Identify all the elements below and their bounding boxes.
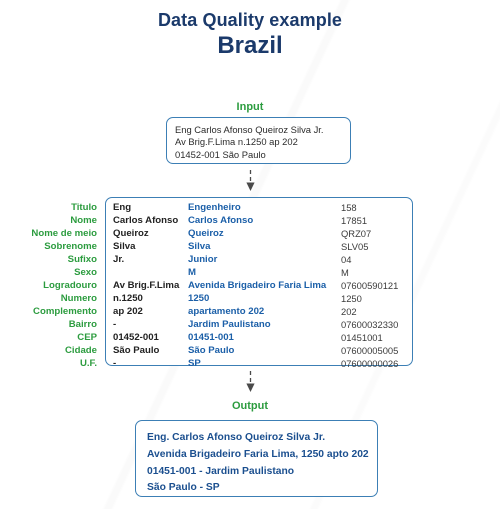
page-title-block: Data Quality example Brazil bbox=[0, 9, 500, 59]
arrow-input-to-table bbox=[0, 170, 500, 197]
row-label: CEP bbox=[77, 332, 97, 343]
row-label: Complemento bbox=[33, 306, 97, 317]
row-clean-value: São Paulo bbox=[188, 345, 235, 356]
row-clean-value: Queiroz bbox=[188, 228, 224, 239]
input-line: Eng Carlos Afonso Queiroz Silva Jr. bbox=[175, 124, 324, 135]
row-raw-value: - bbox=[113, 358, 117, 369]
row-clean-value: Avenida Brigadeiro Faria Lima bbox=[188, 280, 327, 291]
table-row: Complemento ap 202 apartamento 202 202 bbox=[0, 305, 500, 318]
row-label: Sobrenome bbox=[44, 241, 97, 252]
output-line: Avenida Brigadeiro Faria Lima, 1250 apto… bbox=[147, 448, 369, 460]
row-code-value: 04 bbox=[341, 254, 352, 265]
row-code-value: 202 bbox=[341, 306, 357, 317]
input-line: 01452-001 São Paulo bbox=[175, 148, 266, 160]
row-code-value: 07600005005 bbox=[341, 345, 399, 356]
row-clean-value: apartamento 202 bbox=[188, 306, 265, 317]
row-clean-value: 01451-001 bbox=[188, 332, 234, 343]
row-raw-value: n.1250 bbox=[113, 293, 143, 304]
row-raw-value: ap 202 bbox=[113, 306, 143, 317]
row-label: Titulo bbox=[71, 202, 97, 213]
row-raw-value: Jr. bbox=[113, 254, 125, 265]
row-raw-value: Eng bbox=[113, 202, 132, 213]
row-clean-value: 1250 bbox=[188, 293, 210, 304]
row-clean-value: Junior bbox=[188, 254, 218, 265]
input-line: Av Brig.F.Lima n.1250 ap 202 bbox=[175, 136, 298, 148]
table-row: Sufixo Jr. Junior 04 bbox=[0, 253, 500, 266]
table-row: CEP 01452-001 01451-001 01451001 bbox=[0, 331, 500, 344]
row-clean-value: Carlos Afonso bbox=[188, 215, 254, 226]
row-code-value: SLV05 bbox=[341, 241, 369, 252]
page-title: Data Quality example bbox=[157, 10, 343, 30]
output-caption: Output bbox=[231, 400, 269, 412]
table-row: Nome Carlos Afonso Carlos Afonso 17851 bbox=[0, 214, 500, 227]
output-line: 01451-001 - Jardim Paulistano bbox=[147, 465, 295, 477]
row-raw-value: Av Brig.F.Lima bbox=[113, 280, 180, 291]
table-row: Titulo Eng Engenheiro 158 bbox=[0, 201, 500, 214]
table-row: U.F. - SP 07600000026 bbox=[0, 357, 500, 370]
down-arrow-icon bbox=[245, 371, 255, 392]
row-raw-value: Queiroz bbox=[113, 228, 149, 239]
row-code-value: 17851 bbox=[341, 215, 368, 226]
row-code-value: 07600032330 bbox=[341, 319, 399, 330]
table-row: Nome de meio Queiroz Queiroz QRZ07 bbox=[0, 227, 500, 240]
row-code-value: QRZ07 bbox=[341, 228, 372, 239]
output-line: São Paulo - SP bbox=[147, 482, 220, 494]
input-panel: Eng Carlos Afonso Queiroz Silva Jr. Av B… bbox=[166, 117, 351, 164]
row-label: Cidade bbox=[65, 345, 97, 356]
row-clean-value: M bbox=[188, 267, 196, 278]
row-raw-value: Carlos Afonso bbox=[113, 215, 179, 226]
row-code-value: 01451001 bbox=[341, 332, 383, 343]
output-line: Eng. Carlos Afonso Queiroz Silva Jr. bbox=[147, 432, 326, 443]
row-label: Nome de meio bbox=[31, 228, 97, 239]
table-row: Sexo M M bbox=[0, 266, 500, 279]
table-row: Numero n.1250 1250 1250 bbox=[0, 292, 500, 305]
row-label: Sufixo bbox=[67, 254, 97, 265]
row-clean-value: Silva bbox=[188, 241, 211, 252]
arrow-table-to-output bbox=[0, 371, 500, 398]
row-label: Bairro bbox=[68, 319, 97, 330]
row-clean-value: SP bbox=[188, 358, 201, 369]
row-clean-value: Engenheiro bbox=[188, 202, 241, 213]
row-code-value: 1250 bbox=[341, 293, 362, 304]
row-clean-value: Jardim Paulistano bbox=[188, 319, 271, 330]
page-subtitle: Brazil bbox=[217, 32, 283, 59]
down-arrow-icon bbox=[245, 170, 255, 191]
row-raw-value: Silva bbox=[113, 241, 136, 252]
row-raw-value: - bbox=[113, 319, 117, 330]
row-label: Sexo bbox=[74, 267, 97, 278]
row-label: Logradouro bbox=[43, 280, 97, 291]
row-raw-value: São Paulo bbox=[113, 345, 160, 356]
table-row: Bairro - Jardim Paulistano 07600032330 bbox=[0, 318, 500, 331]
table-row: Logradouro Av Brig.F.Lima Avenida Brigad… bbox=[0, 279, 500, 292]
row-label: Nome bbox=[70, 215, 97, 226]
row-code-value: 158 bbox=[341, 202, 357, 213]
row-label: U.F. bbox=[79, 358, 97, 369]
row-code-value: 07600590121 bbox=[341, 280, 399, 291]
table-row: Sobrenome Silva Silva SLV05 bbox=[0, 240, 500, 253]
table-row: Cidade São Paulo São Paulo 07600005005 bbox=[0, 344, 500, 357]
row-code-value: M bbox=[341, 267, 349, 278]
input-caption: Input bbox=[236, 101, 264, 113]
output-panel: Eng. Carlos Afonso Queiroz Silva Jr. Ave… bbox=[135, 420, 378, 497]
row-code-value: 07600000026 bbox=[341, 358, 399, 369]
row-raw-value: 01452-001 bbox=[113, 332, 159, 343]
row-label: Numero bbox=[60, 293, 97, 304]
comparison-table: Titulo Eng Engenheiro 158 Nome Carlos Af… bbox=[0, 201, 500, 370]
